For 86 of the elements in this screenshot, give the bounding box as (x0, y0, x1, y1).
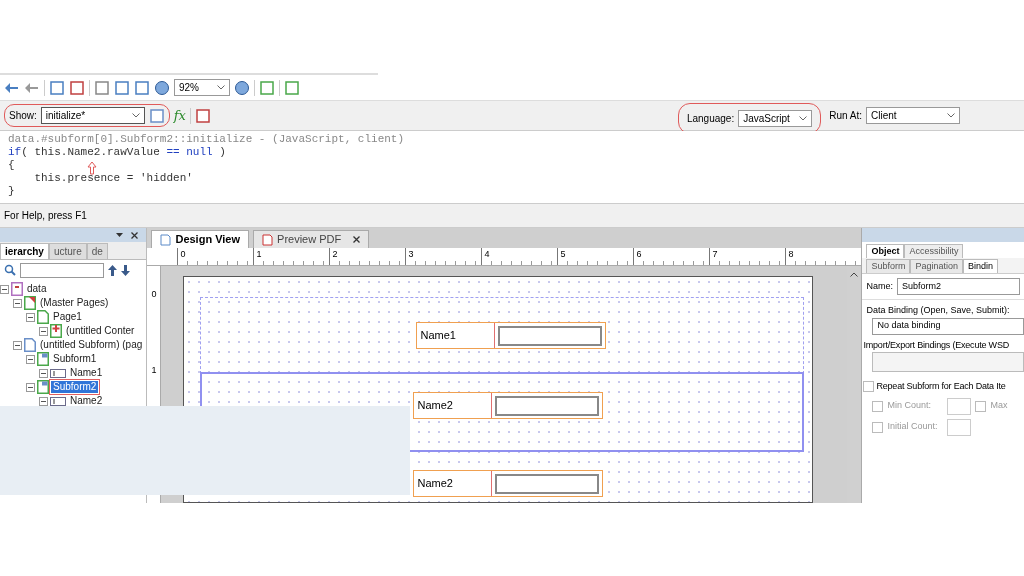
zoom-dropdown[interactable]: 92% (174, 79, 230, 96)
initial-count-label: Initial Count: (887, 420, 939, 434)
panel-tab[interactable]: Pagination (910, 258, 963, 273)
chevron-down-icon (217, 85, 225, 90)
code-line: this.presence = 'hidden' (33, 172, 193, 185)
import-export-field[interactable] (872, 352, 1024, 372)
import-export-label: Import/Export Bindings (Execute WSD (862, 338, 1010, 352)
tree-item[interactable]: Page1 (51, 311, 84, 323)
status-text: For Help, press F1 (4, 209, 87, 223)
show-label: Show: (9, 109, 37, 123)
data-binding-dropdown[interactable]: No data binding (872, 317, 1024, 335)
tree-item[interactable]: Name2 (68, 395, 105, 407)
name-label: Name: (866, 279, 893, 293)
collapse-icon[interactable] (39, 368, 48, 378)
initial-count-field[interactable] (947, 418, 972, 436)
text-field-icon (50, 368, 66, 378)
data-binding-label: Data Binding (Open, Save, Submit): (865, 304, 1011, 317)
panel-tab[interactable]: Bindin (963, 258, 999, 273)
checkbox[interactable] (863, 381, 875, 393)
code-line: if( this.Name2.rawValue == null ) (8, 146, 226, 159)
chevron-down-icon (947, 113, 955, 118)
collapse-icon[interactable] (39, 396, 48, 406)
document-icon (160, 233, 172, 246)
language-label: Language: (686, 112, 735, 126)
down-arrow-icon[interactable] (121, 264, 130, 276)
ruler-number: 0 (151, 288, 157, 301)
pages-icon (24, 296, 36, 310)
tree-item[interactable]: Subform2 (51, 381, 99, 393)
collapse-icon[interactable] (26, 354, 35, 364)
document-icon (24, 338, 36, 352)
collapse-icon[interactable] (26, 382, 35, 392)
pdf-icon (262, 233, 274, 246)
scroll-up-icon[interactable] (850, 272, 859, 277)
tree-item[interactable]: Subform1 (51, 353, 99, 365)
data-icon (11, 282, 23, 296)
content-area-icon (50, 324, 62, 338)
run-at-label: Run At: (829, 109, 862, 123)
run-at-dropdown[interactable]: Client (866, 107, 960, 124)
language-dropdown[interactable]: JavaScript (738, 110, 813, 127)
text-field[interactable]: Name2 (413, 392, 604, 419)
code-line: { (8, 159, 15, 172)
text-field[interactable]: Name2 (413, 470, 604, 497)
text-field[interactable]: Name1 (416, 322, 607, 349)
text-field-icon (50, 396, 66, 406)
document-tab[interactable]: Design View (151, 230, 250, 248)
code-line: data.#subform[0].Subform2::initialize - (JavaScript, client) (8, 133, 405, 146)
collapse-icon[interactable] (39, 326, 48, 336)
search-field[interactable] (20, 262, 104, 278)
tree-item[interactable]: data (25, 283, 49, 295)
panel-tab[interactable]: de (86, 243, 108, 259)
chevron-down-icon (799, 116, 808, 121)
event-dropdown[interactable]: initialize* (40, 107, 145, 124)
caret-icon[interactable] (116, 233, 124, 237)
panel-tab[interactable]: Accessibility (904, 243, 964, 258)
search-icon[interactable] (4, 264, 16, 276)
repeat-label: Repeat Subform for Each Data Ite (876, 380, 1006, 393)
panel-tab[interactable]: ierarchy (0, 243, 49, 259)
checkbox[interactable] (975, 400, 987, 412)
max-count-label: Max (990, 399, 1008, 413)
tree-item[interactable]: Name1 (68, 367, 105, 379)
checkbox[interactable] (872, 400, 884, 412)
panel-tab[interactable]: Subform (866, 258, 911, 273)
chevron-down-icon (131, 113, 140, 118)
min-count-field[interactable] (947, 397, 972, 415)
tree-item[interactable]: (Master Pages) (38, 297, 111, 309)
up-arrow-icon[interactable] (108, 264, 117, 276)
ruler-number: 1 (151, 363, 157, 377)
collapse-icon[interactable] (13, 298, 22, 308)
function-button[interactable]: fx (173, 105, 186, 126)
arrow-annotation (87, 161, 97, 175)
collapse-icon[interactable] (26, 312, 35, 322)
panel-tab[interactable]: ucture (48, 243, 87, 259)
checkbox[interactable] (872, 421, 884, 433)
tree-item[interactable]: (untitled Conter (64, 325, 137, 337)
code-line: } (8, 185, 15, 198)
subform-icon (37, 380, 49, 394)
collapse-icon[interactable] (0, 284, 9, 294)
tree-item[interactable]: (untitled Subform) (pag (38, 339, 145, 351)
collapse-icon[interactable] (13, 340, 22, 350)
document-tab[interactable]: Preview PDF (253, 230, 370, 248)
name-field[interactable]: Subform2 (896, 278, 1020, 295)
close-icon[interactable] (131, 231, 139, 239)
panel-tab[interactable]: Object (866, 243, 905, 258)
min-count-label: Min Count: (887, 399, 932, 413)
subform-icon (37, 352, 49, 366)
close-tab-icon[interactable] (353, 236, 361, 243)
